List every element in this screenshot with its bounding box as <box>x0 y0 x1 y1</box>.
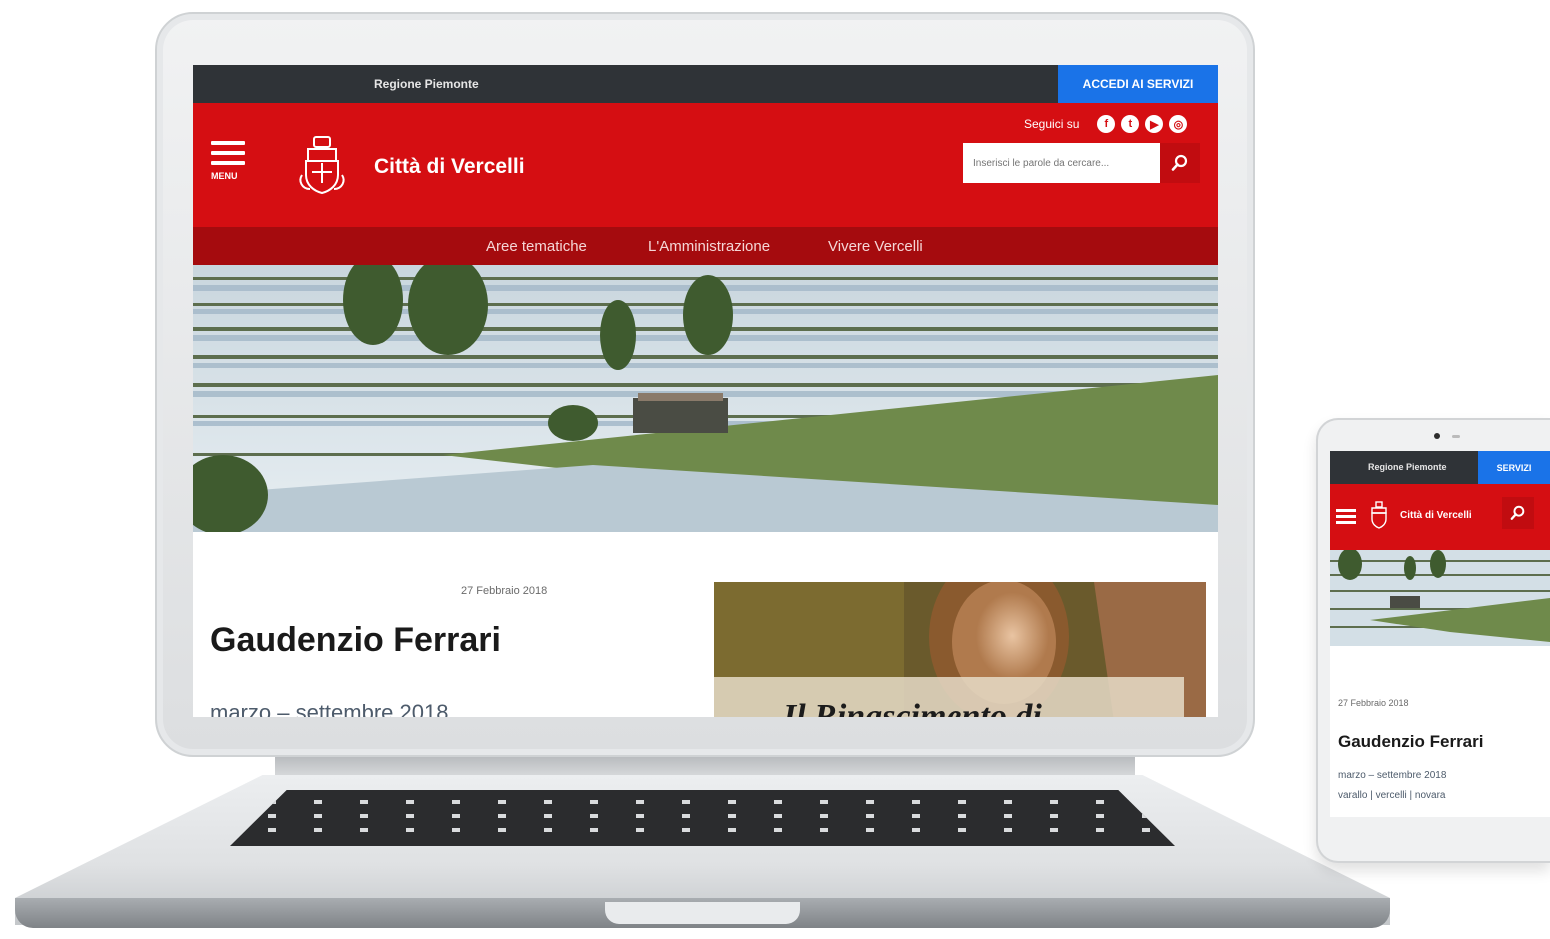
search-icon <box>1171 154 1188 171</box>
hamburger-icon <box>211 141 245 145</box>
mobile-services-button[interactable]: SERVIZI <box>1478 451 1550 484</box>
mobile-screen: Regione Piemonte SERVIZI Città di Vercel… <box>1330 451 1550 817</box>
nav-item-amministrazione[interactable]: L'Amministrazione <box>648 238 770 255</box>
hamburger-icon <box>211 151 245 155</box>
laptop-keyboard <box>230 790 1175 846</box>
menu-button[interactable]: MENU <box>211 141 247 191</box>
article-date: 27 Febbraio 2018 <box>461 585 548 597</box>
search-button[interactable] <box>1160 143 1200 183</box>
top-bar: Regione Piemonte ACCEDI AI SERVIZI <box>193 65 1218 103</box>
access-services-button[interactable]: ACCEDI AI SERVIZI <box>1058 65 1218 103</box>
social-bar: Seguici su f t ▶ ◎ <box>1024 115 1188 133</box>
nav-item-aree-tematiche[interactable]: Aree tematiche <box>486 238 587 255</box>
mobile-crest-logo[interactable] <box>1369 501 1389 529</box>
mobile-article-date: 27 Febbraio 2018 <box>1338 698 1409 708</box>
main-nav: Aree tematiche L'Amministrazione Vivere … <box>193 227 1218 265</box>
site-title[interactable]: Città di Vercelli <box>374 155 525 179</box>
hamburger-icon <box>211 161 245 165</box>
twitter-icon[interactable]: t <box>1121 115 1140 133</box>
site-header: MENU Città di Vercelli Seguici su f t ▶ <box>193 103 1218 227</box>
mobile-hero-image <box>1330 550 1550 646</box>
feature-painting-image[interactable] <box>714 582 1206 717</box>
article-subtitle: marzo – settembre 2018 <box>210 700 449 717</box>
search-input[interactable] <box>963 143 1160 183</box>
laptop-notch <box>605 902 800 924</box>
city-crest-logo[interactable] <box>296 135 348 197</box>
mobile-article-subtitle: marzo – settembre 2018 <box>1338 770 1447 781</box>
facebook-icon[interactable]: f <box>1097 115 1116 133</box>
nav-item-vivere-vercelli[interactable]: Vivere Vercelli <box>828 238 923 255</box>
phone-camera <box>1434 433 1440 439</box>
mobile-region-link[interactable]: Regione Piemonte <box>1368 462 1447 472</box>
mockup-stage: Regione Piemonte ACCEDI AI SERVIZI MENU <box>0 0 1550 939</box>
mobile-search-button[interactable] <box>1502 497 1534 529</box>
phone-speaker <box>1452 435 1460 438</box>
desktop-screen: Regione Piemonte ACCEDI AI SERVIZI MENU <box>193 65 1218 717</box>
mobile-top-bar: Regione Piemonte SERVIZI <box>1330 451 1550 484</box>
article-title[interactable]: Gaudenzio Ferrari <box>210 621 501 660</box>
search-icon <box>1510 505 1525 520</box>
menu-label: MENU <box>211 171 238 181</box>
laptop-hinge <box>275 757 1135 777</box>
feature-caption: Il Rinascimento di <box>783 698 1042 717</box>
region-link[interactable]: Regione Piemonte <box>374 77 479 91</box>
hero-image-rice-fields <box>193 265 1218 532</box>
mobile-site-title[interactable]: Città di Vercelli <box>1400 510 1472 521</box>
mobile-hamburger-icon[interactable] <box>1336 509 1356 527</box>
mobile-header: Città di Vercelli <box>1330 484 1550 550</box>
instagram-icon[interactable]: ◎ <box>1169 115 1188 133</box>
follow-label: Seguici su <box>1024 117 1080 131</box>
mobile-article-title[interactable]: Gaudenzio Ferrari <box>1338 732 1483 752</box>
youtube-icon[interactable]: ▶ <box>1145 115 1164 133</box>
mobile-article-locations: varallo | vercelli | novara <box>1338 790 1446 801</box>
